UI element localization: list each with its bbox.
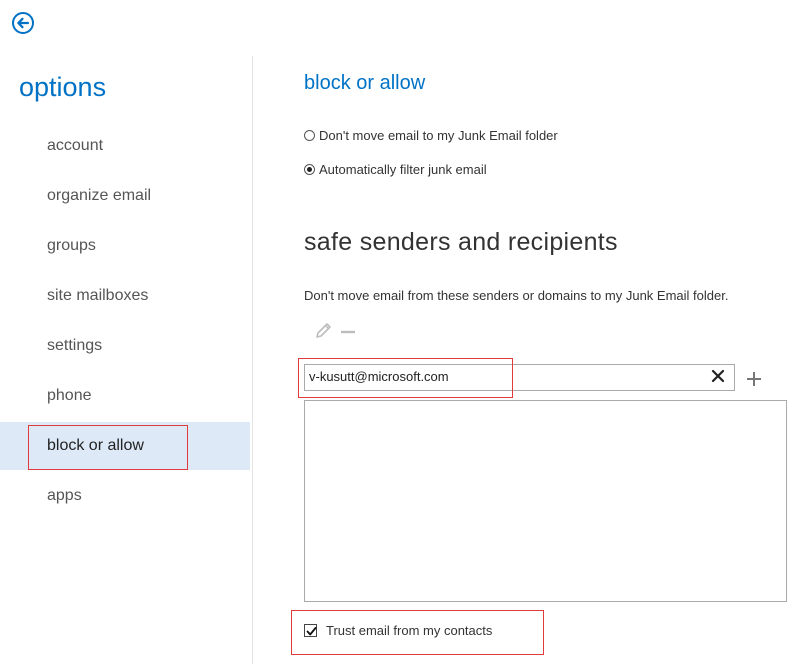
minus-icon[interactable] — [338, 322, 358, 345]
radio-dont-move-junk[interactable]: Don't move email to my Junk Email folder — [304, 128, 558, 143]
sidebar-item-label: account — [47, 137, 104, 154]
sidebar-item-label: groups — [47, 237, 96, 254]
radio-label: Don't move email to my Junk Email folder — [319, 128, 558, 143]
sidebar-item-settings[interactable]: settings — [0, 322, 250, 370]
radio-button[interactable] — [304, 164, 315, 175]
annotation-highlight-box — [298, 358, 513, 398]
sidebar: options account organize email groups si… — [0, 60, 252, 664]
radio-button[interactable] — [304, 130, 315, 141]
safe-senders-description: Don't move email from these senders or d… — [304, 288, 729, 303]
close-icon[interactable] — [709, 367, 727, 385]
safe-senders-heading: safe senders and recipients — [304, 228, 618, 256]
radio-label: Automatically filter junk email — [319, 162, 487, 177]
sidebar-item-label: settings — [47, 337, 103, 354]
sidebar-item-account[interactable]: account — [0, 122, 250, 170]
sidebar-item-phone[interactable]: phone — [0, 372, 250, 420]
sidebar-item-groups[interactable]: groups — [0, 222, 250, 270]
sidebar-item-apps[interactable]: apps — [0, 472, 250, 520]
options-title: options — [19, 72, 107, 102]
radio-auto-filter-junk[interactable]: Automatically filter junk email — [304, 162, 487, 177]
sidebar-item-label: organize email — [47, 187, 152, 204]
pencil-icon[interactable] — [314, 322, 334, 345]
add-icon[interactable] — [745, 370, 763, 388]
sidebar-item-organize-email[interactable]: organize email — [0, 172, 250, 220]
safe-senders-list[interactable] — [304, 400, 787, 602]
sidebar-item-label: apps — [47, 487, 82, 504]
annotation-highlight-box — [28, 425, 188, 470]
sidebar-item-label: phone — [47, 387, 92, 404]
main-content: block or allow Don't move email to my Ju… — [253, 0, 807, 664]
section-title: block or allow — [304, 72, 426, 94]
sidebar-item-site-mailboxes[interactable]: site mailboxes — [0, 272, 250, 320]
annotation-highlight-box — [291, 610, 544, 655]
sidebar-item-label: site mailboxes — [47, 287, 149, 304]
back-arrow-icon[interactable] — [8, 8, 38, 38]
